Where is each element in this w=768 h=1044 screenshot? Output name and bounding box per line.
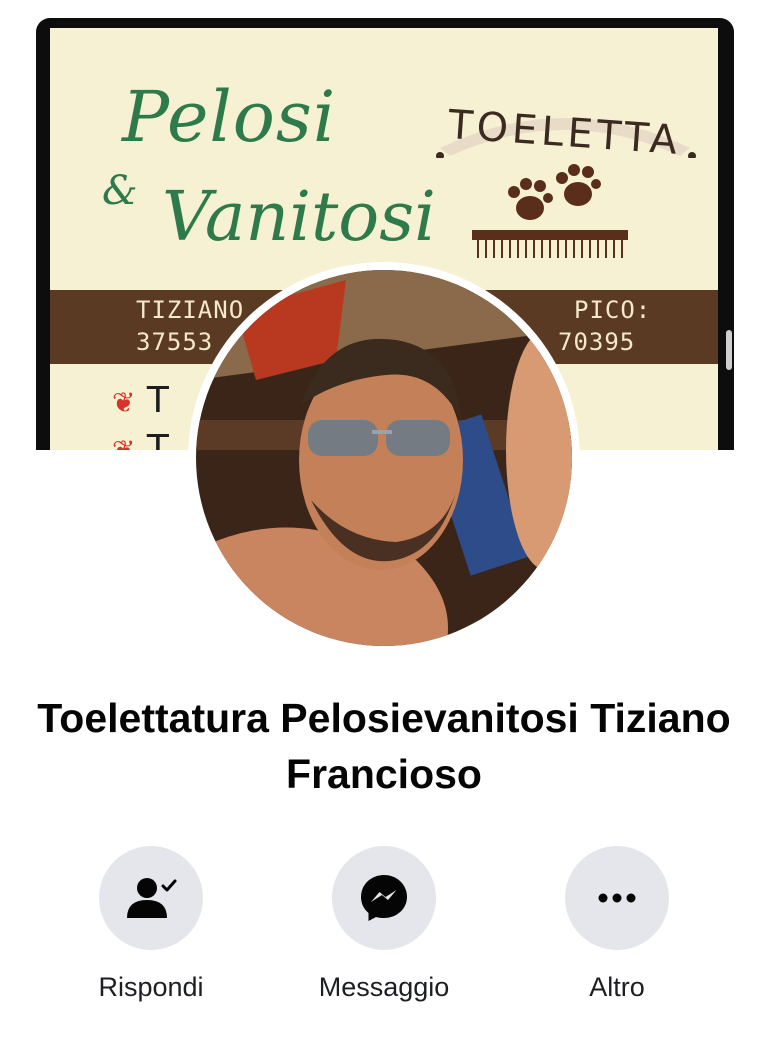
flyer-bullet-text: T	[146, 428, 169, 450]
contact-label-right: PICO:	[574, 296, 652, 324]
avatar-portrait	[196, 270, 572, 646]
reply-button-circle[interactable]	[99, 846, 203, 950]
avatar-photo	[196, 270, 572, 646]
paw-bullet-icon: ❦	[112, 386, 136, 419]
person-check-icon	[127, 878, 177, 918]
flyer-bullet-text: T	[146, 380, 169, 421]
scroll-indicator	[726, 330, 732, 370]
profile-name: Toelettatura Pelosievanitosi Tiziano Fra…	[37, 695, 731, 797]
profile-avatar[interactable]	[188, 262, 580, 654]
reply-label: Rispondi	[98, 972, 204, 1002]
more-button-circle[interactable]	[565, 846, 669, 950]
flyer-bullet-2: ❦ T	[112, 428, 169, 450]
logo-text-ampersand: &	[102, 168, 138, 214]
flyer-bullet-1: ❦ T	[112, 380, 169, 421]
more-dots-icon	[598, 893, 636, 903]
logo-text-pelosi: Pelosi	[122, 76, 337, 158]
contact-phone-right: 70395	[558, 328, 636, 356]
more-label: Altro	[589, 972, 645, 1002]
contact-phone-left: 37553	[136, 328, 214, 356]
message-button[interactable]: Messaggio	[304, 846, 464, 1003]
reply-button[interactable]: Rispondi	[71, 846, 231, 1003]
message-label: Messaggio	[318, 972, 450, 1002]
message-button-circle[interactable]	[332, 846, 436, 950]
messenger-icon	[361, 875, 407, 921]
contact-name-left: TIZIANO	[136, 296, 245, 324]
more-button[interactable]: Altro	[537, 846, 697, 1003]
comb-icon	[472, 230, 628, 258]
paw-bullet-icon: ❦	[112, 434, 135, 450]
logo-text-vanitosi: Vanitosi	[162, 178, 436, 257]
